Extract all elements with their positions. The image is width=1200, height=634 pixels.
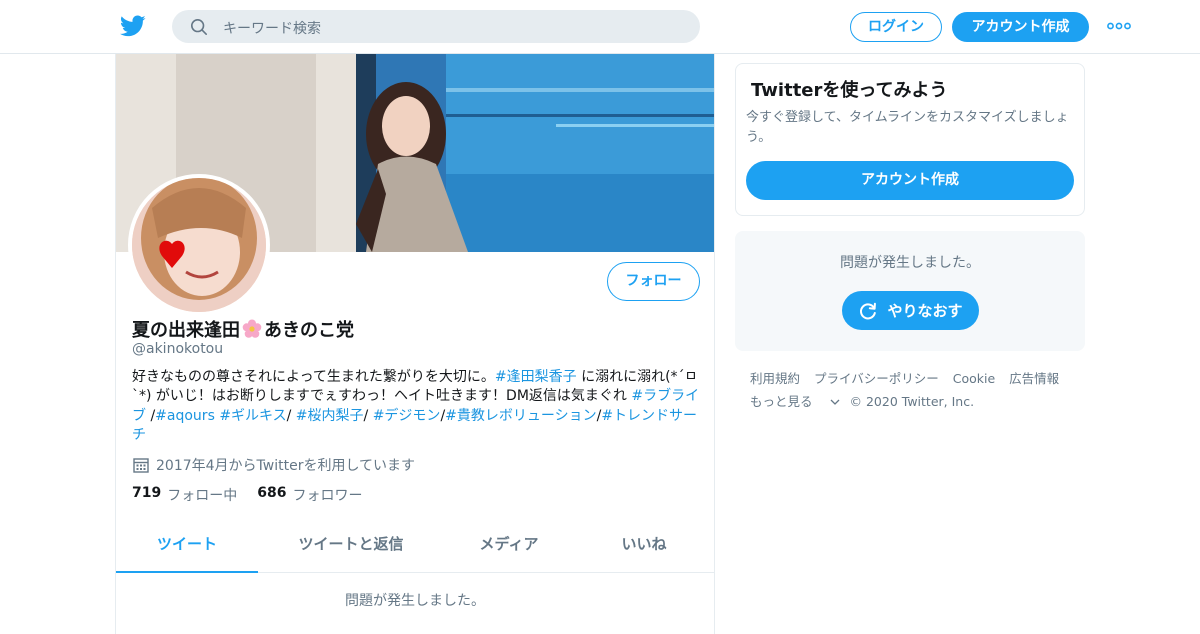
footer-link-terms[interactable]: 利用規約 xyxy=(750,371,800,386)
flower-emoji-icon xyxy=(242,319,262,338)
hashtag-link[interactable]: #デジモン xyxy=(373,408,441,424)
top-navigation-bar: キーワード検索 ログイン アカウント作成 xyxy=(0,0,1200,54)
footer-line-1: 利用規約 プライバシーポリシー Cookie 広告情報 xyxy=(750,367,1080,390)
footer-links: 利用規約 プライバシーポリシー Cookie 広告情報 もっと見る © 2020… xyxy=(750,367,1080,413)
following-count: 719 xyxy=(132,485,162,501)
footer-line-2: もっと見る © 2020 Twitter, Inc. xyxy=(750,390,1080,413)
tab-tweets[interactable]: ツイート xyxy=(116,517,258,573)
search-box[interactable]: キーワード検索 xyxy=(172,10,700,43)
following-label: フォロー中 xyxy=(167,488,238,504)
profile-handle: @akinokotou xyxy=(132,341,224,357)
tab-likes[interactable]: いいね xyxy=(574,517,714,572)
hashtag-link[interactable]: #貴教レボリューション xyxy=(445,408,596,424)
trends-error-box: 問題が発生しました。 やりなおす xyxy=(735,231,1085,351)
follow-button[interactable]: フォロー xyxy=(607,262,700,301)
search-icon xyxy=(190,18,208,36)
tab-media[interactable]: メディア xyxy=(444,517,574,572)
hashtag-link[interactable]: #aqours xyxy=(155,408,215,424)
login-button[interactable]: ログイン xyxy=(850,12,942,42)
search-input[interactable]: キーワード検索 xyxy=(223,18,321,38)
profile-tabs: ツイート ツイートと返信 メディア いいね xyxy=(116,517,714,573)
footer-more-link[interactable]: もっと見る xyxy=(750,390,840,413)
profile-stats: 719 フォロー中 686 フォロワー xyxy=(132,485,382,505)
joined-date: 2017年4月からTwitterを利用しています xyxy=(132,455,415,475)
profile-name-part1: 夏の出来逢田 xyxy=(132,320,240,341)
footer-link-cookie[interactable]: Cookie xyxy=(953,371,995,386)
followers-link[interactable]: 686 フォロワー xyxy=(257,485,362,505)
retry-button[interactable]: やりなおす xyxy=(842,291,979,330)
more-dots-icon[interactable] xyxy=(1107,21,1131,31)
chevron-down-icon xyxy=(830,399,839,405)
twitter-bird-icon[interactable] xyxy=(119,13,147,39)
profile-column: フォロー 夏の出来逢田 あきのこ党 @akinokotou 好きなものの尊さそれ… xyxy=(115,54,715,634)
bio-text: / xyxy=(286,407,296,424)
refresh-icon xyxy=(860,302,877,319)
trends-error-message: 問題が発生しました。 xyxy=(840,255,980,271)
hashtag-link[interactable]: #逢田梨香子 xyxy=(495,369,577,385)
signup-card-subtitle: 今すぐ登録して、タイムラインをカスタマイズしましょう。 xyxy=(746,110,1069,145)
footer-more-label: もっと見る xyxy=(750,394,813,409)
avatar[interactable] xyxy=(128,174,270,316)
profile-name: 夏の出来逢田 あきのこ党 xyxy=(132,316,354,342)
retry-label: やりなおす xyxy=(887,302,963,320)
hashtag-link[interactable]: #ギルキス xyxy=(219,408,286,424)
timeline-error-message: 問題が発生しました。 xyxy=(345,593,485,609)
followers-label: フォロワー xyxy=(292,488,363,504)
footer-copyright: © 2020 Twitter, Inc. xyxy=(849,394,975,409)
following-link[interactable]: 719 フォロー中 xyxy=(132,485,237,505)
signup-button[interactable]: アカウント作成 xyxy=(952,12,1089,42)
tab-tweets-and-replies[interactable]: ツイートと返信 xyxy=(258,517,444,572)
signup-card-button[interactable]: アカウント作成 xyxy=(746,161,1074,200)
followers-count: 686 xyxy=(257,485,287,501)
calendar-icon xyxy=(133,458,149,473)
avatar-photo xyxy=(132,178,266,312)
signup-card-title: Twitterを使ってみよう xyxy=(751,80,948,101)
footer-link-ads[interactable]: 広告情報 xyxy=(1009,371,1059,386)
joined-text: 2017年4月からTwitterを利用しています xyxy=(156,458,416,474)
footer-link-privacy[interactable]: プライバシーポリシー xyxy=(814,371,939,386)
profile-name-part2: あきのこ党 xyxy=(264,320,354,341)
bio-text: / xyxy=(146,407,156,424)
bio-text: 好きなものの尊さそれによって生まれた繋がりを大切に。 xyxy=(132,369,495,385)
bio-text: / xyxy=(363,407,373,424)
hashtag-link[interactable]: #桜内梨子 xyxy=(296,408,364,424)
signup-card: Twitterを使ってみよう 今すぐ登録して、タイムラインをカスタマイズしましょ… xyxy=(735,63,1085,216)
profile-bio: 好きなものの尊さそれによって生まれた繋がりを大切に。#逢田梨香子 に溺れに溺れ(… xyxy=(132,368,704,445)
